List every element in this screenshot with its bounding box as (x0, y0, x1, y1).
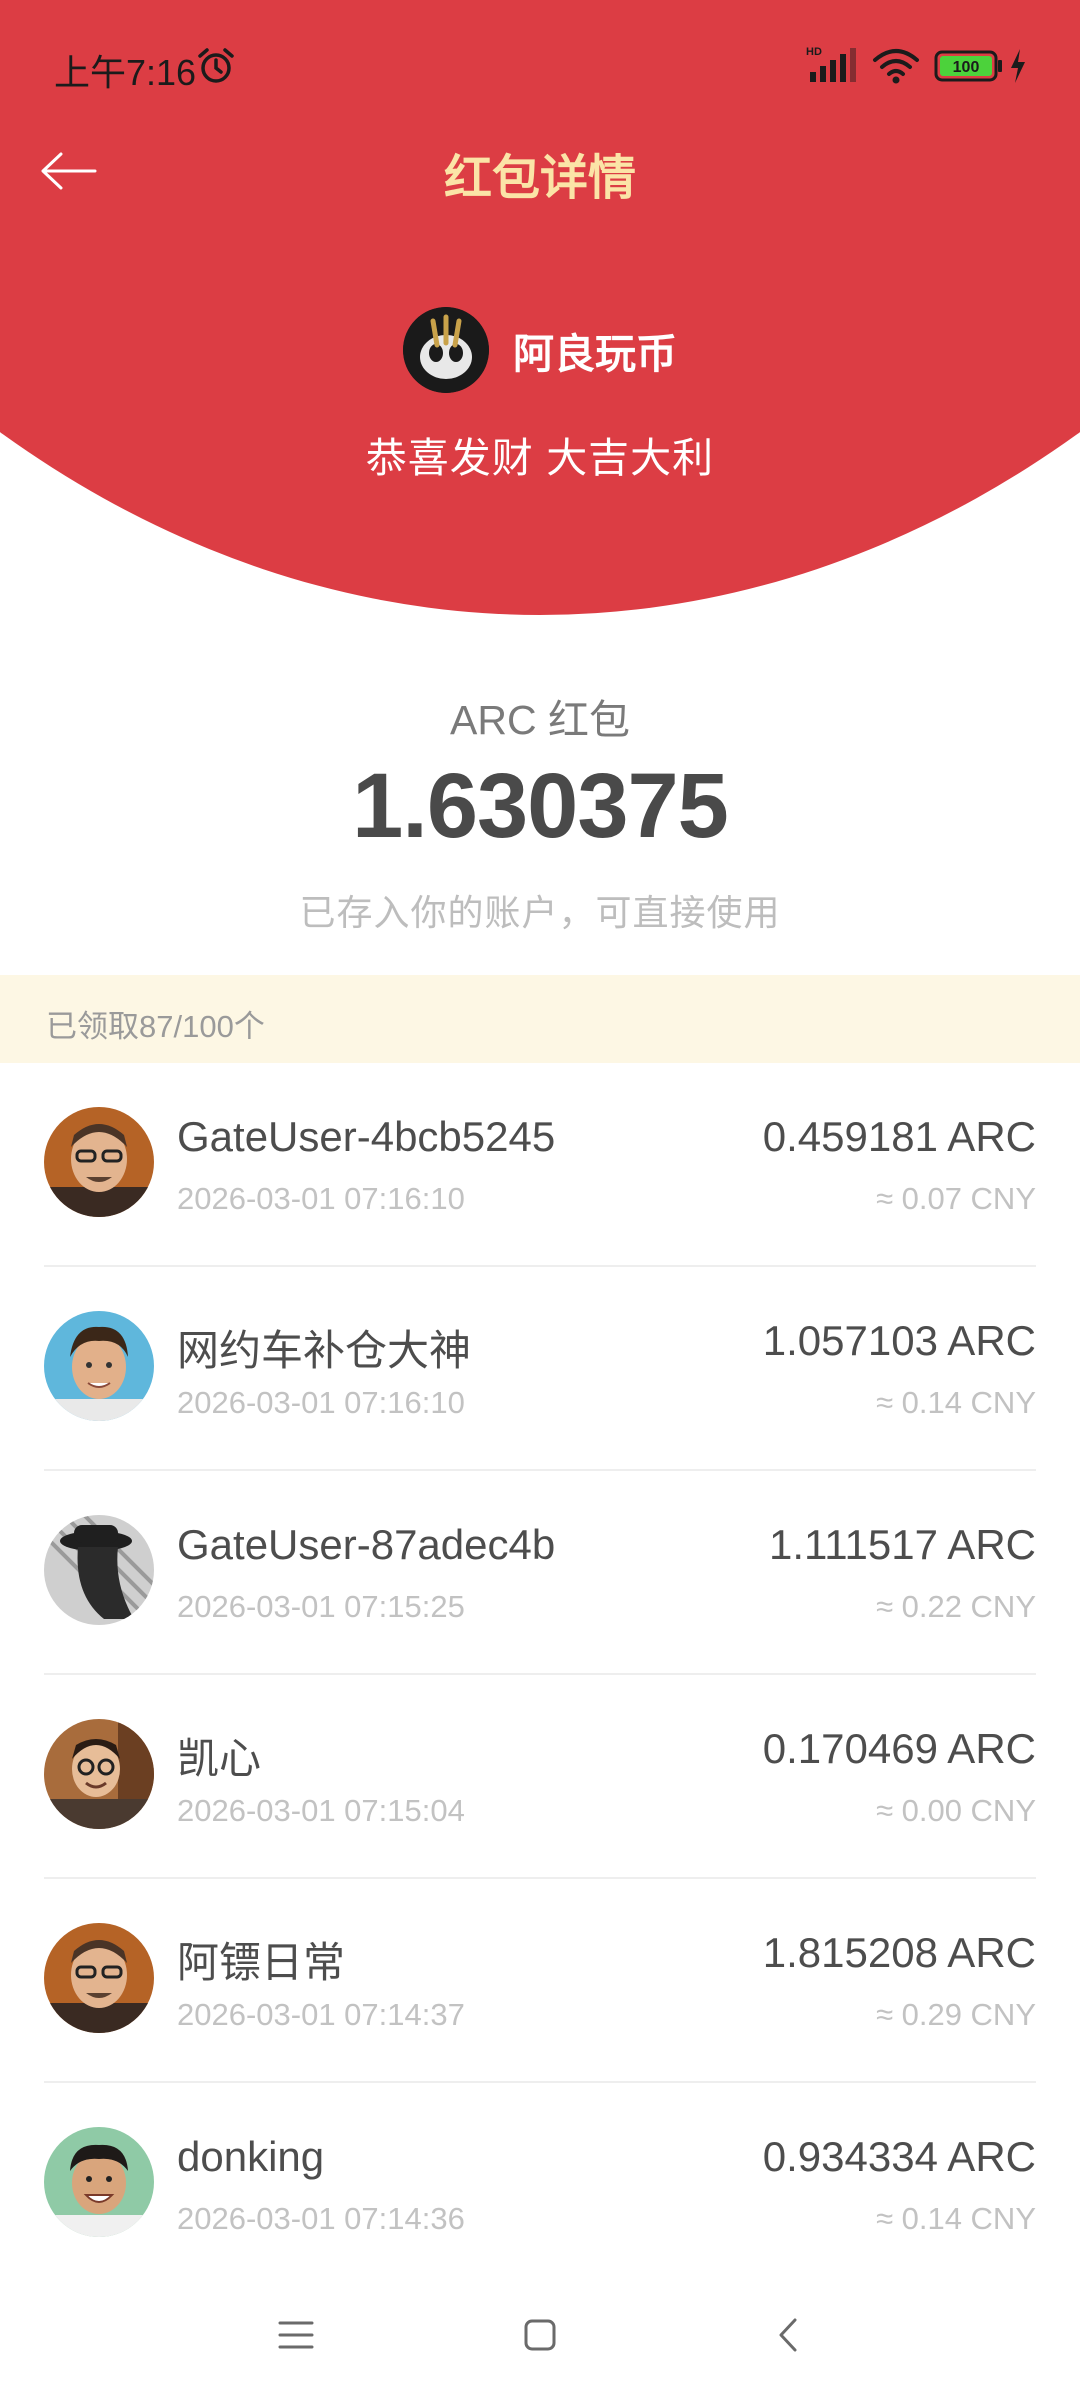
claimed-summary-bar: 已领取87/100个 (0, 975, 1080, 1063)
user-avatar (44, 1515, 154, 1625)
claim-amount: 1.815208 ARC (762, 1929, 1036, 1976)
claim-time: 2026-03-01 07:14:37 (177, 1997, 465, 2032)
user-name: 阿镖日常 (177, 1939, 346, 1986)
signal-icon: HD (806, 46, 856, 82)
user-avatar (44, 1719, 154, 1829)
claim-row[interactable]: 凯心 2026-03-01 07:15:04 0.170469 ARC ≈ 0.… (0, 1675, 1080, 1879)
status-bar: 上午7:16 HD 100 (0, 0, 1080, 130)
claim-time: 2026-03-01 07:14:36 (177, 2201, 465, 2236)
svg-text:HD: HD (806, 46, 822, 58)
recent-apps-button[interactable] (266, 2310, 326, 2360)
user-name: 网约车补仓大神 (177, 1327, 472, 1374)
menu-icon (278, 2321, 314, 2349)
chevron-left-icon (779, 2318, 797, 2352)
user-name: GateUser-87adec4b (177, 1521, 556, 1568)
blessing-message: 恭喜发财 大吉大利 (365, 435, 715, 481)
claim-cny-value: ≈ 0.29 CNY (875, 1997, 1036, 2032)
battery-icon: 100 (934, 50, 1002, 82)
system-nav-bar (0, 2270, 1080, 2400)
user-avatar (44, 1311, 154, 1421)
home-button[interactable] (510, 2310, 570, 2360)
battery-level: 100 (953, 59, 980, 76)
claim-cny-value: ≈ 0.14 CNY (875, 2201, 1036, 2236)
received-amount: 1.630375 (352, 755, 729, 857)
user-name: GateUser-4bcb5245 (177, 1113, 556, 1160)
alarm-icon (198, 48, 234, 83)
claim-amount: 1.111517 ARC (769, 1521, 1036, 1568)
wifi-icon (873, 49, 919, 84)
page-title: 红包详情 (443, 152, 636, 205)
sender-row: 阿良玩币 (0, 305, 1080, 395)
claim-cny-value: ≈ 0.00 CNY (875, 1793, 1036, 1828)
claim-list: GateUser-4bcb5245 2026-03-01 07:16:10 0.… (0, 1063, 1080, 2287)
status-time: 上午7:16 (54, 52, 197, 93)
user-name: donking (177, 2133, 325, 2180)
claim-row[interactable]: donking 2026-03-01 07:14:36 0.934334 ARC… (0, 2083, 1080, 2287)
claim-time: 2026-03-01 07:15:25 (177, 1589, 465, 1624)
claim-cny-value: ≈ 0.22 CNY (875, 1589, 1036, 1624)
claim-row[interactable]: 阿镖日常 2026-03-01 07:14:37 1.815208 ARC ≈ … (0, 1879, 1080, 2083)
claim-time: 2026-03-01 07:15:04 (177, 1793, 465, 1828)
user-avatar (44, 1107, 154, 1217)
header: 上午7:16 HD 100 红包详情 阿良玩币 恭喜发财 大吉大利 (0, 0, 1080, 620)
user-avatar (44, 1923, 154, 2033)
system-back-button[interactable] (758, 2310, 818, 2360)
coin-label: ARC 红包 (450, 697, 630, 743)
square-icon (524, 2319, 556, 2351)
user-avatar (44, 2127, 154, 2237)
claim-cny-value: ≈ 0.07 CNY (875, 1181, 1036, 1216)
claim-row[interactable]: 网约车补仓大神 2026-03-01 07:16:10 1.057103 ARC… (0, 1267, 1080, 1471)
claim-time: 2026-03-01 07:16:10 (177, 1385, 465, 1420)
claim-row[interactable]: GateUser-87adec4b 2026-03-01 07:15:25 1.… (0, 1471, 1080, 1675)
sender-name: 阿良玩币 (513, 331, 677, 377)
claimed-count: 已领取87/100个 (46, 1009, 265, 1044)
claim-amount: 1.057103 ARC (762, 1317, 1036, 1364)
charging-icon (1011, 49, 1025, 83)
claim-amount: 0.170469 ARC (762, 1725, 1036, 1772)
claim-time: 2026-03-01 07:16:10 (177, 1181, 465, 1216)
deposit-note: 已存入你的账户，可直接使用 (299, 892, 781, 933)
sender-avatar (403, 307, 489, 393)
claim-amount: 0.459181 ARC (762, 1113, 1036, 1160)
claim-cny-value: ≈ 0.14 CNY (875, 1385, 1036, 1420)
claim-amount: 0.934334 ARC (762, 2133, 1036, 2180)
claim-row[interactable]: GateUser-4bcb5245 2026-03-01 07:16:10 0.… (0, 1063, 1080, 1267)
user-name: 凯心 (177, 1735, 262, 1782)
